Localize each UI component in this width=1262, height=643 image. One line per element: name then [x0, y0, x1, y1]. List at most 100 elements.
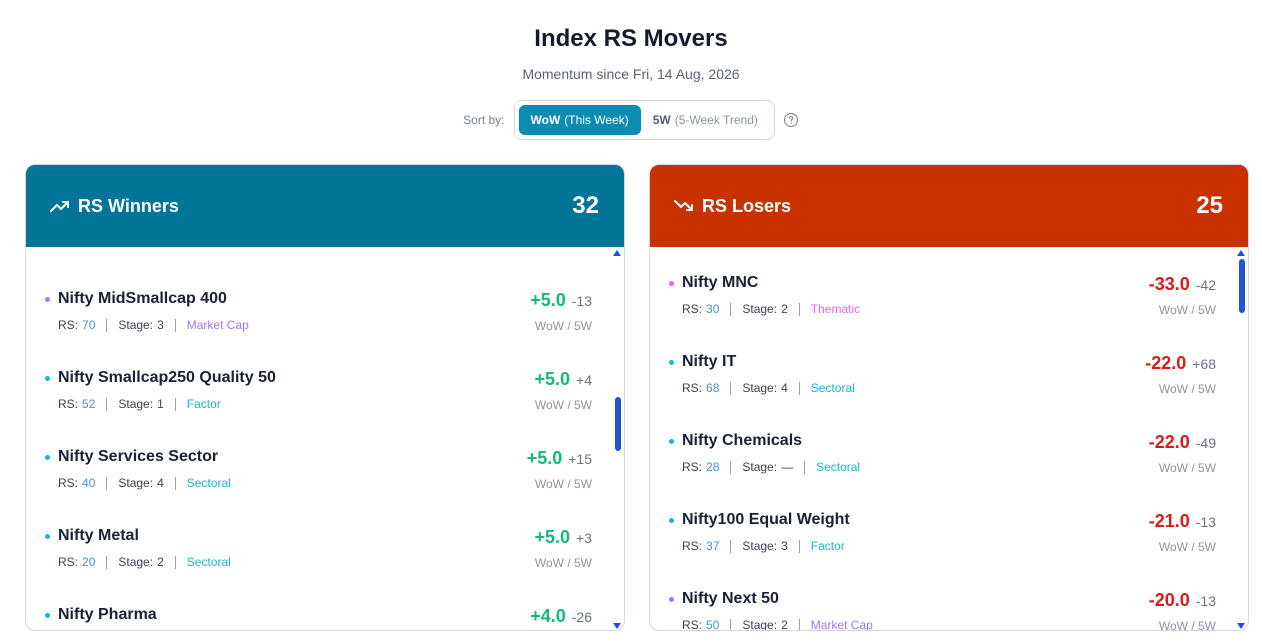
index-name: Nifty Next 50 — [682, 590, 779, 607]
sort-label: Sort by: — [463, 113, 505, 127]
meta-divider — [174, 397, 176, 411]
losers-panel: RS Losers 25 Nifty MNC RS: 30 Stage: 2 Themat… — [649, 164, 1249, 631]
index-meta: RS: 28 Stage: — Sectoral — [682, 460, 860, 474]
wow-change: -22.0 — [1148, 432, 1190, 452]
scroll-down-arrow-icon[interactable] — [1237, 623, 1245, 629]
list-item[interactable]: Nifty MidSmallcap 400 RS: 70 Stage: 3 Market … — [26, 275, 612, 354]
rs-label: RS: — [682, 539, 703, 553]
rs-value: 20 — [82, 555, 96, 569]
index-meta: RS: 52 Stage: 1 Factor — [58, 397, 221, 411]
category-label[interactable]: Factor — [811, 539, 845, 553]
meta-divider — [730, 618, 732, 630]
category-dot — [45, 455, 50, 460]
category-dot — [669, 360, 674, 365]
rs-value: 50 — [706, 618, 720, 631]
five-week-change: +68 — [1192, 356, 1216, 372]
list-item[interactable]: Nifty Metal RS: 20 Stage: 2 Sectoral +5.0 +3 WoW… — [26, 512, 612, 591]
sort-wow-button[interactable]: WoW (This Week) — [518, 105, 641, 135]
list-item[interactable]: Nifty PharmaRS:78Stage:2Sectoral+4.0-26W… — [26, 591, 612, 630]
rs-label: RS: — [58, 318, 79, 332]
list-item[interactable]: Nifty100 Equal Weight RS: 37 Stage: 3 Factor -… — [650, 496, 1236, 575]
stage-value: 2 — [157, 555, 164, 569]
meta-divider — [106, 476, 108, 490]
list-item[interactable]: Nifty MNC RS: 30 Stage: 2 Thematic -33.0 -42 WoW… — [650, 259, 1236, 338]
scroll-down-arrow-icon[interactable] — [613, 623, 621, 629]
wow-change: +5.0 — [530, 290, 566, 310]
five-week-change: -13 — [1195, 593, 1216, 609]
sort-5w-button[interactable]: 5W (5-Week Trend) — [641, 105, 770, 135]
list-item[interactable]: Nifty Services Sector RS: 40 Stage: 4 Sectora… — [26, 433, 612, 512]
change-values: -20.0 -13 — [1149, 590, 1216, 611]
list-item[interactable]: Nifty Chemicals RS: 28 Stage: — Sectoral -22.0… — [650, 417, 1236, 496]
index-meta: RS: 50 Stage: 2 Market Cap — [682, 618, 873, 631]
losers-count: 25 — [1196, 192, 1223, 219]
list-item[interactable]: Nifty IT RS: 68 Stage: 4 Sectoral -22.0 +68 WoW … — [650, 338, 1236, 417]
change-unit: WoW / 5W — [1158, 540, 1216, 554]
page-title: Index RS Movers — [534, 25, 728, 52]
category-label[interactable]: Sectoral — [816, 460, 860, 474]
change-unit: WoW / 5W — [534, 398, 592, 412]
meta-divider — [798, 302, 800, 316]
stage-label: Stage: — [742, 460, 778, 474]
index-name: Nifty MidSmallcap 400 — [58, 290, 227, 307]
change-unit: WoW / 5W — [1158, 619, 1216, 631]
scrollbar[interactable] — [1234, 247, 1248, 630]
scroll-up-arrow-icon[interactable] — [613, 250, 621, 256]
rs-label: RS: — [682, 460, 703, 474]
index-meta: RS: 70 Stage: 3 Market Cap — [58, 318, 249, 332]
index-name: Nifty Pharma — [58, 606, 157, 623]
change-values: -33.0 -42 — [1149, 274, 1216, 295]
scrollbar[interactable] — [610, 247, 624, 630]
index-meta: RS: 37 Stage: 3 Factor — [682, 539, 845, 553]
category-label[interactable]: Market Cap — [811, 618, 873, 630]
stage-label: Stage: — [118, 318, 154, 332]
index-name: Nifty MNC — [682, 274, 759, 291]
category-label[interactable]: Thematic — [811, 302, 860, 316]
meta-divider — [798, 381, 800, 395]
index-meta: RS: 30 Stage: 2 Thematic — [682, 302, 860, 316]
category-label[interactable]: Sectoral — [811, 381, 855, 395]
list-item[interactable]: Nifty Smallcap250 Quality 50 RS: 52 Stage: 1… — [26, 354, 612, 433]
meta-divider — [106, 397, 108, 411]
index-name: Nifty Smallcap250 Quality 50 — [58, 369, 276, 386]
scroll-up-arrow-icon[interactable] — [1237, 250, 1245, 256]
rs-value: 40 — [82, 476, 96, 490]
scroll-thumb[interactable] — [1239, 259, 1245, 313]
category-label[interactable]: Factor — [187, 397, 221, 411]
category-label[interactable]: Market Cap — [187, 318, 249, 332]
winners-header: RS Winners 32 — [26, 165, 624, 247]
winners-list[interactable]: Nifty MidSmallcap 400 RS: 70 Stage: 3 Market … — [26, 247, 624, 630]
winners-panel: RS Winners 32 Nifty MidSmallcap 400 RS: 70… — [25, 164, 625, 631]
stage-value: 1 — [157, 397, 164, 411]
list-item[interactable]: Nifty Next 50 RS: 50 Stage: 2 Market Cap -20.0… — [650, 575, 1236, 631]
change-unit: WoW / 5W — [1158, 303, 1216, 317]
sort-5w-label: 5W — [652, 113, 671, 127]
change-values: +5.0 -13 — [530, 290, 592, 311]
index-name: Nifty Metal — [58, 527, 139, 544]
category-dot — [45, 376, 50, 381]
change-values: +4.0 -26 — [530, 606, 592, 627]
change-values: +5.0 +15 — [527, 448, 592, 469]
five-week-change: +15 — [568, 451, 592, 467]
five-week-change: -13 — [1195, 514, 1216, 530]
category-label[interactable]: Sectoral — [187, 555, 231, 569]
wow-change: -21.0 — [1148, 511, 1190, 531]
rs-value: 30 — [706, 302, 720, 316]
stage-label: Stage: — [118, 555, 154, 569]
rs-label: RS: — [58, 555, 79, 569]
index-meta: RS: 40 Stage: 4 Sectoral — [58, 476, 231, 490]
trending-down-icon — [674, 200, 693, 211]
change-unit: WoW / 5W — [1158, 382, 1216, 396]
wow-change: -33.0 — [1148, 274, 1190, 294]
question-circle-icon[interactable] — [783, 112, 799, 128]
index-name: Nifty Chemicals — [682, 432, 803, 449]
index-meta: RS: 20 Stage: 2 Sectoral — [58, 555, 231, 569]
losers-list[interactable]: Nifty MNC RS: 30 Stage: 2 Thematic -33.0 -42 WoW… — [650, 247, 1248, 631]
wow-change: +5.0 — [526, 448, 563, 468]
category-dot — [45, 297, 50, 302]
index-name: Nifty100 Equal Weight — [682, 511, 850, 528]
category-label[interactable]: Sectoral — [187, 476, 231, 490]
scroll-thumb[interactable] — [615, 397, 621, 452]
stage-label: Stage: — [118, 476, 154, 490]
sort-wow-label: WoW — [530, 113, 561, 127]
